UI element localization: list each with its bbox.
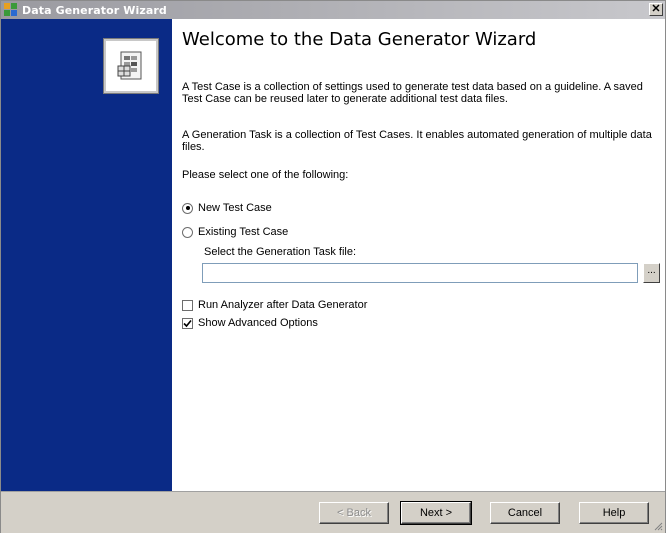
new-test-case-radio[interactable]: New Test Case bbox=[182, 202, 272, 214]
wizard-content: Welcome to the Data Generator Wizard A T… bbox=[172, 19, 665, 491]
checkbox-unchecked-icon[interactable] bbox=[182, 299, 193, 311]
show-advanced-label[interactable]: Show Advanced Options bbox=[198, 317, 318, 329]
close-icon: ✕ bbox=[651, 3, 661, 15]
checkmark-icon bbox=[183, 319, 192, 327]
radio-unselected-icon[interactable] bbox=[182, 226, 193, 238]
resize-grip-icon[interactable] bbox=[653, 521, 663, 531]
help-button[interactable]: Help bbox=[579, 502, 649, 524]
generation-task-description: A Generation Task is a collection of Tes… bbox=[182, 129, 652, 153]
next-button[interactable]: Next > bbox=[400, 501, 472, 525]
back-button[interactable]: < Back bbox=[319, 502, 389, 524]
wizard-image bbox=[103, 38, 159, 94]
button-bar: < Back Next > Cancel Help bbox=[1, 491, 665, 533]
wizard-window: Data Generator Wizard ✕ Welcome to the D… bbox=[0, 0, 666, 533]
run-analyzer-label[interactable]: Run Analyzer after Data Generator bbox=[198, 299, 367, 311]
radio-selected-icon[interactable] bbox=[182, 202, 193, 214]
window-title: Data Generator Wizard bbox=[22, 3, 167, 17]
document-grid-icon bbox=[117, 51, 142, 80]
cancel-button[interactable]: Cancel bbox=[490, 502, 560, 524]
wizard-sidebar bbox=[1, 19, 172, 491]
test-case-description: A Test Case is a collection of settings … bbox=[182, 81, 643, 105]
select-prompt: Please select one of the following: bbox=[182, 169, 349, 181]
wizard-app-icon bbox=[4, 3, 18, 17]
page-title: Welcome to the Data Generator Wizard bbox=[182, 29, 537, 50]
generation-task-file-input[interactable] bbox=[202, 263, 638, 283]
title-bar[interactable]: Data Generator Wizard ✕ bbox=[1, 1, 665, 19]
show-advanced-checkbox[interactable]: Show Advanced Options bbox=[182, 317, 318, 329]
close-button[interactable]: ✕ bbox=[649, 3, 663, 16]
browse-button[interactable]: ... bbox=[643, 263, 660, 283]
new-test-case-label[interactable]: New Test Case bbox=[198, 202, 272, 214]
existing-test-case-radio[interactable]: Existing Test Case bbox=[182, 226, 288, 238]
run-analyzer-checkbox[interactable]: Run Analyzer after Data Generator bbox=[182, 299, 367, 311]
generation-task-file-label: Select the Generation Task file: bbox=[204, 246, 357, 258]
existing-test-case-label[interactable]: Existing Test Case bbox=[198, 226, 288, 238]
checkbox-checked-icon[interactable] bbox=[182, 317, 193, 329]
